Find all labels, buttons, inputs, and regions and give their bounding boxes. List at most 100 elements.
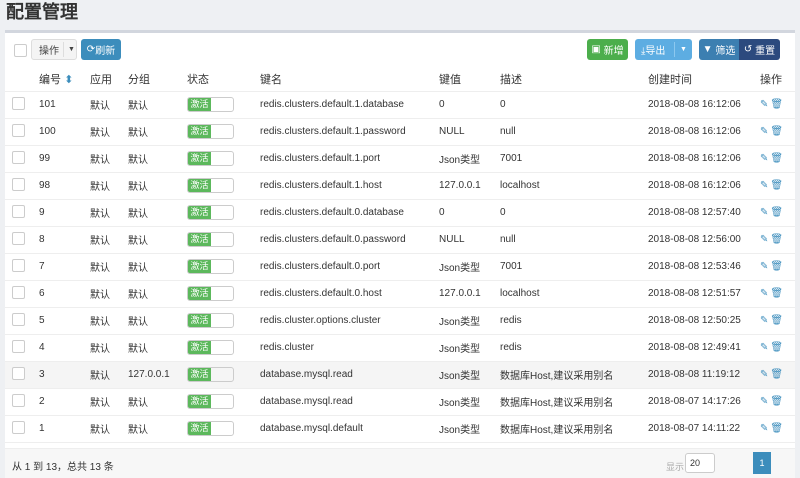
- row-checkbox[interactable]: [12, 204, 25, 218]
- ops-dropdown-button[interactable]: 操作 ▼: [31, 39, 77, 60]
- select-all-checkbox[interactable]: [14, 44, 27, 57]
- trash-icon[interactable]: 🗑: [770, 342, 783, 353]
- status-toggle[interactable]: 激活: [187, 178, 234, 193]
- status-label: 激活: [188, 422, 211, 435]
- row-checkbox[interactable]: [12, 420, 25, 434]
- status-toggle[interactable]: 激活: [187, 313, 234, 328]
- config-panel: 操作 ▼ ⟳ 刷新 ▣ 新增 ⤓导出 ▼ ▼ 筛选 ↺ 重置 编号 ⬍ 应用 分组 状…: [5, 30, 795, 478]
- cell-id: 3: [39, 361, 90, 389]
- status-toggle[interactable]: 激活: [187, 394, 234, 409]
- row-checkbox[interactable]: [12, 231, 25, 245]
- cell-group: 默认: [128, 145, 187, 173]
- table-row[interactable]: 99 默认 默认 激活 redis.clusters.default.1.port Jso…: [5, 145, 795, 173]
- cell-desc: 数据库Host,建议采用别名: [500, 415, 648, 443]
- cell-id: 2: [39, 388, 90, 416]
- table-row[interactable]: 2 默认 默认 激活 database.mysql.read Json类型 数据库Host,…: [5, 388, 795, 416]
- trash-icon[interactable]: 🗑: [770, 99, 783, 110]
- edit-icon[interactable]: ✎: [760, 207, 768, 218]
- edit-icon[interactable]: ✎: [760, 423, 768, 434]
- status-toggle[interactable]: 激活: [187, 340, 234, 355]
- cell-key: redis.clusters.default.1.host: [260, 172, 439, 200]
- trash-icon[interactable]: 🗑: [770, 369, 783, 380]
- status-toggle[interactable]: 激活: [187, 124, 234, 139]
- status-toggle[interactable]: 激活: [187, 232, 234, 247]
- status-toggle[interactable]: 激活: [187, 286, 234, 301]
- status-label: 激活: [188, 179, 211, 192]
- cell-group: 默认: [128, 118, 187, 146]
- trash-icon[interactable]: 🗑: [770, 234, 783, 245]
- table-row[interactable]: 100 默认 默认 激活 redis.clusters.default.1.passwo…: [5, 118, 795, 146]
- trash-icon[interactable]: 🗑: [770, 180, 783, 191]
- cell-value: NULL: [439, 226, 500, 254]
- row-checkbox[interactable]: [12, 177, 25, 191]
- row-checkbox[interactable]: [12, 312, 25, 326]
- status-toggle[interactable]: 激活: [187, 421, 234, 436]
- cell-key: redis.clusters.default.1.password: [260, 118, 439, 146]
- sort-icon[interactable]: ⬍: [64, 74, 73, 86]
- pagination-summary: 从 1 到 13，总共 13 条: [12, 462, 114, 473]
- table-row[interactable]: 9 默认 默认 激活 redis.clusters.default.0.database…: [5, 199, 795, 227]
- row-checkbox[interactable]: [12, 123, 25, 137]
- trash-icon[interactable]: 🗑: [770, 288, 783, 299]
- edit-icon[interactable]: ✎: [760, 288, 768, 299]
- page-size-select[interactable]: 20: [685, 453, 715, 473]
- table-row[interactable]: 101 默认 默认 激活 redis.clusters.default.1.databa…: [5, 91, 795, 119]
- cell-desc: 数据库Host,建议采用别名: [500, 388, 648, 416]
- status-toggle[interactable]: 激活: [187, 259, 234, 274]
- row-checkbox[interactable]: [12, 366, 25, 380]
- page-1-button[interactable]: 1: [753, 452, 771, 474]
- reset-label: 重置: [755, 46, 776, 57]
- trash-icon[interactable]: 🗑: [770, 261, 783, 272]
- col-id[interactable]: 编号 ⬍: [39, 67, 90, 92]
- filter-button[interactable]: ▼ 筛选: [699, 39, 739, 60]
- row-checkbox[interactable]: [12, 339, 25, 353]
- row-checkbox[interactable]: [12, 285, 25, 299]
- table-row[interactable]: 8 默认 默认 激活 redis.clusters.default.0.password…: [5, 226, 795, 254]
- status-toggle[interactable]: 激活: [187, 151, 234, 166]
- table-row[interactable]: 4 默认 默认 激活 redis.cluster Json类型 redis 2018-08-0…: [5, 334, 795, 362]
- row-checkbox[interactable]: [12, 96, 25, 110]
- edit-icon[interactable]: ✎: [760, 315, 768, 326]
- cell-created: 2018-08-08 12:51:57: [648, 280, 760, 308]
- row-checkbox[interactable]: [12, 258, 25, 272]
- reset-button[interactable]: ↺ 重置: [739, 39, 780, 60]
- trash-icon[interactable]: 🗑: [770, 207, 783, 218]
- edit-icon[interactable]: ✎: [760, 99, 768, 110]
- cell-desc: redis: [500, 307, 648, 335]
- table-row[interactable]: 7 默认 默认 激活 redis.clusters.default.0.port Json…: [5, 253, 795, 281]
- cell-id: 9: [39, 199, 90, 227]
- cell-value: Json类型: [439, 415, 500, 443]
- cell-desc: localhost: [500, 172, 648, 200]
- table-row[interactable]: 5 默认 默认 激活 redis.cluster.options.cluster Json…: [5, 307, 795, 335]
- row-checkbox[interactable]: [12, 393, 25, 407]
- trash-icon[interactable]: 🗑: [770, 126, 783, 137]
- cell-app: 默认: [90, 199, 128, 227]
- page-size-label: 显示: [666, 462, 685, 472]
- row-checkbox[interactable]: [12, 150, 25, 164]
- table-row[interactable]: 3 默认 127.0.0.1 激活 database.mysql.read Json类型数…: [5, 361, 795, 389]
- status-toggle[interactable]: 激活: [187, 97, 234, 112]
- edit-icon[interactable]: ✎: [760, 180, 768, 191]
- add-label: 新增: [603, 46, 624, 57]
- edit-icon[interactable]: ✎: [760, 396, 768, 407]
- edit-icon[interactable]: ✎: [760, 261, 768, 272]
- trash-icon[interactable]: 🗑: [770, 315, 783, 326]
- table-row[interactable]: 6 默认 默认 激活 redis.clusters.default.0.host 127.…: [5, 280, 795, 308]
- edit-icon[interactable]: ✎: [760, 153, 768, 164]
- table-row[interactable]: 1 默认 默认 激活 database.mysql.default Json类型 数据库Ho…: [5, 415, 795, 443]
- refresh-button[interactable]: ⟳ 刷新: [81, 39, 121, 60]
- status-toggle[interactable]: 激活: [187, 367, 234, 382]
- edit-icon[interactable]: ✎: [760, 342, 768, 353]
- col-desc: 描述: [500, 67, 648, 92]
- status-toggle[interactable]: 激活: [187, 205, 234, 220]
- trash-icon[interactable]: 🗑: [770, 396, 783, 407]
- edit-icon[interactable]: ✎: [760, 126, 768, 137]
- add-button[interactable]: ▣ 新增: [587, 39, 628, 60]
- trash-icon[interactable]: 🗑: [770, 423, 783, 434]
- export-button[interactable]: ⤓导出 ▼: [635, 39, 692, 60]
- table-row[interactable]: 98 默认 默认 激活 redis.clusters.default.1.host 127…: [5, 172, 795, 200]
- refresh-icon: ⟳: [86, 44, 96, 55]
- edit-icon[interactable]: ✎: [760, 369, 768, 380]
- edit-icon[interactable]: ✎: [760, 234, 768, 245]
- trash-icon[interactable]: 🗑: [770, 153, 783, 164]
